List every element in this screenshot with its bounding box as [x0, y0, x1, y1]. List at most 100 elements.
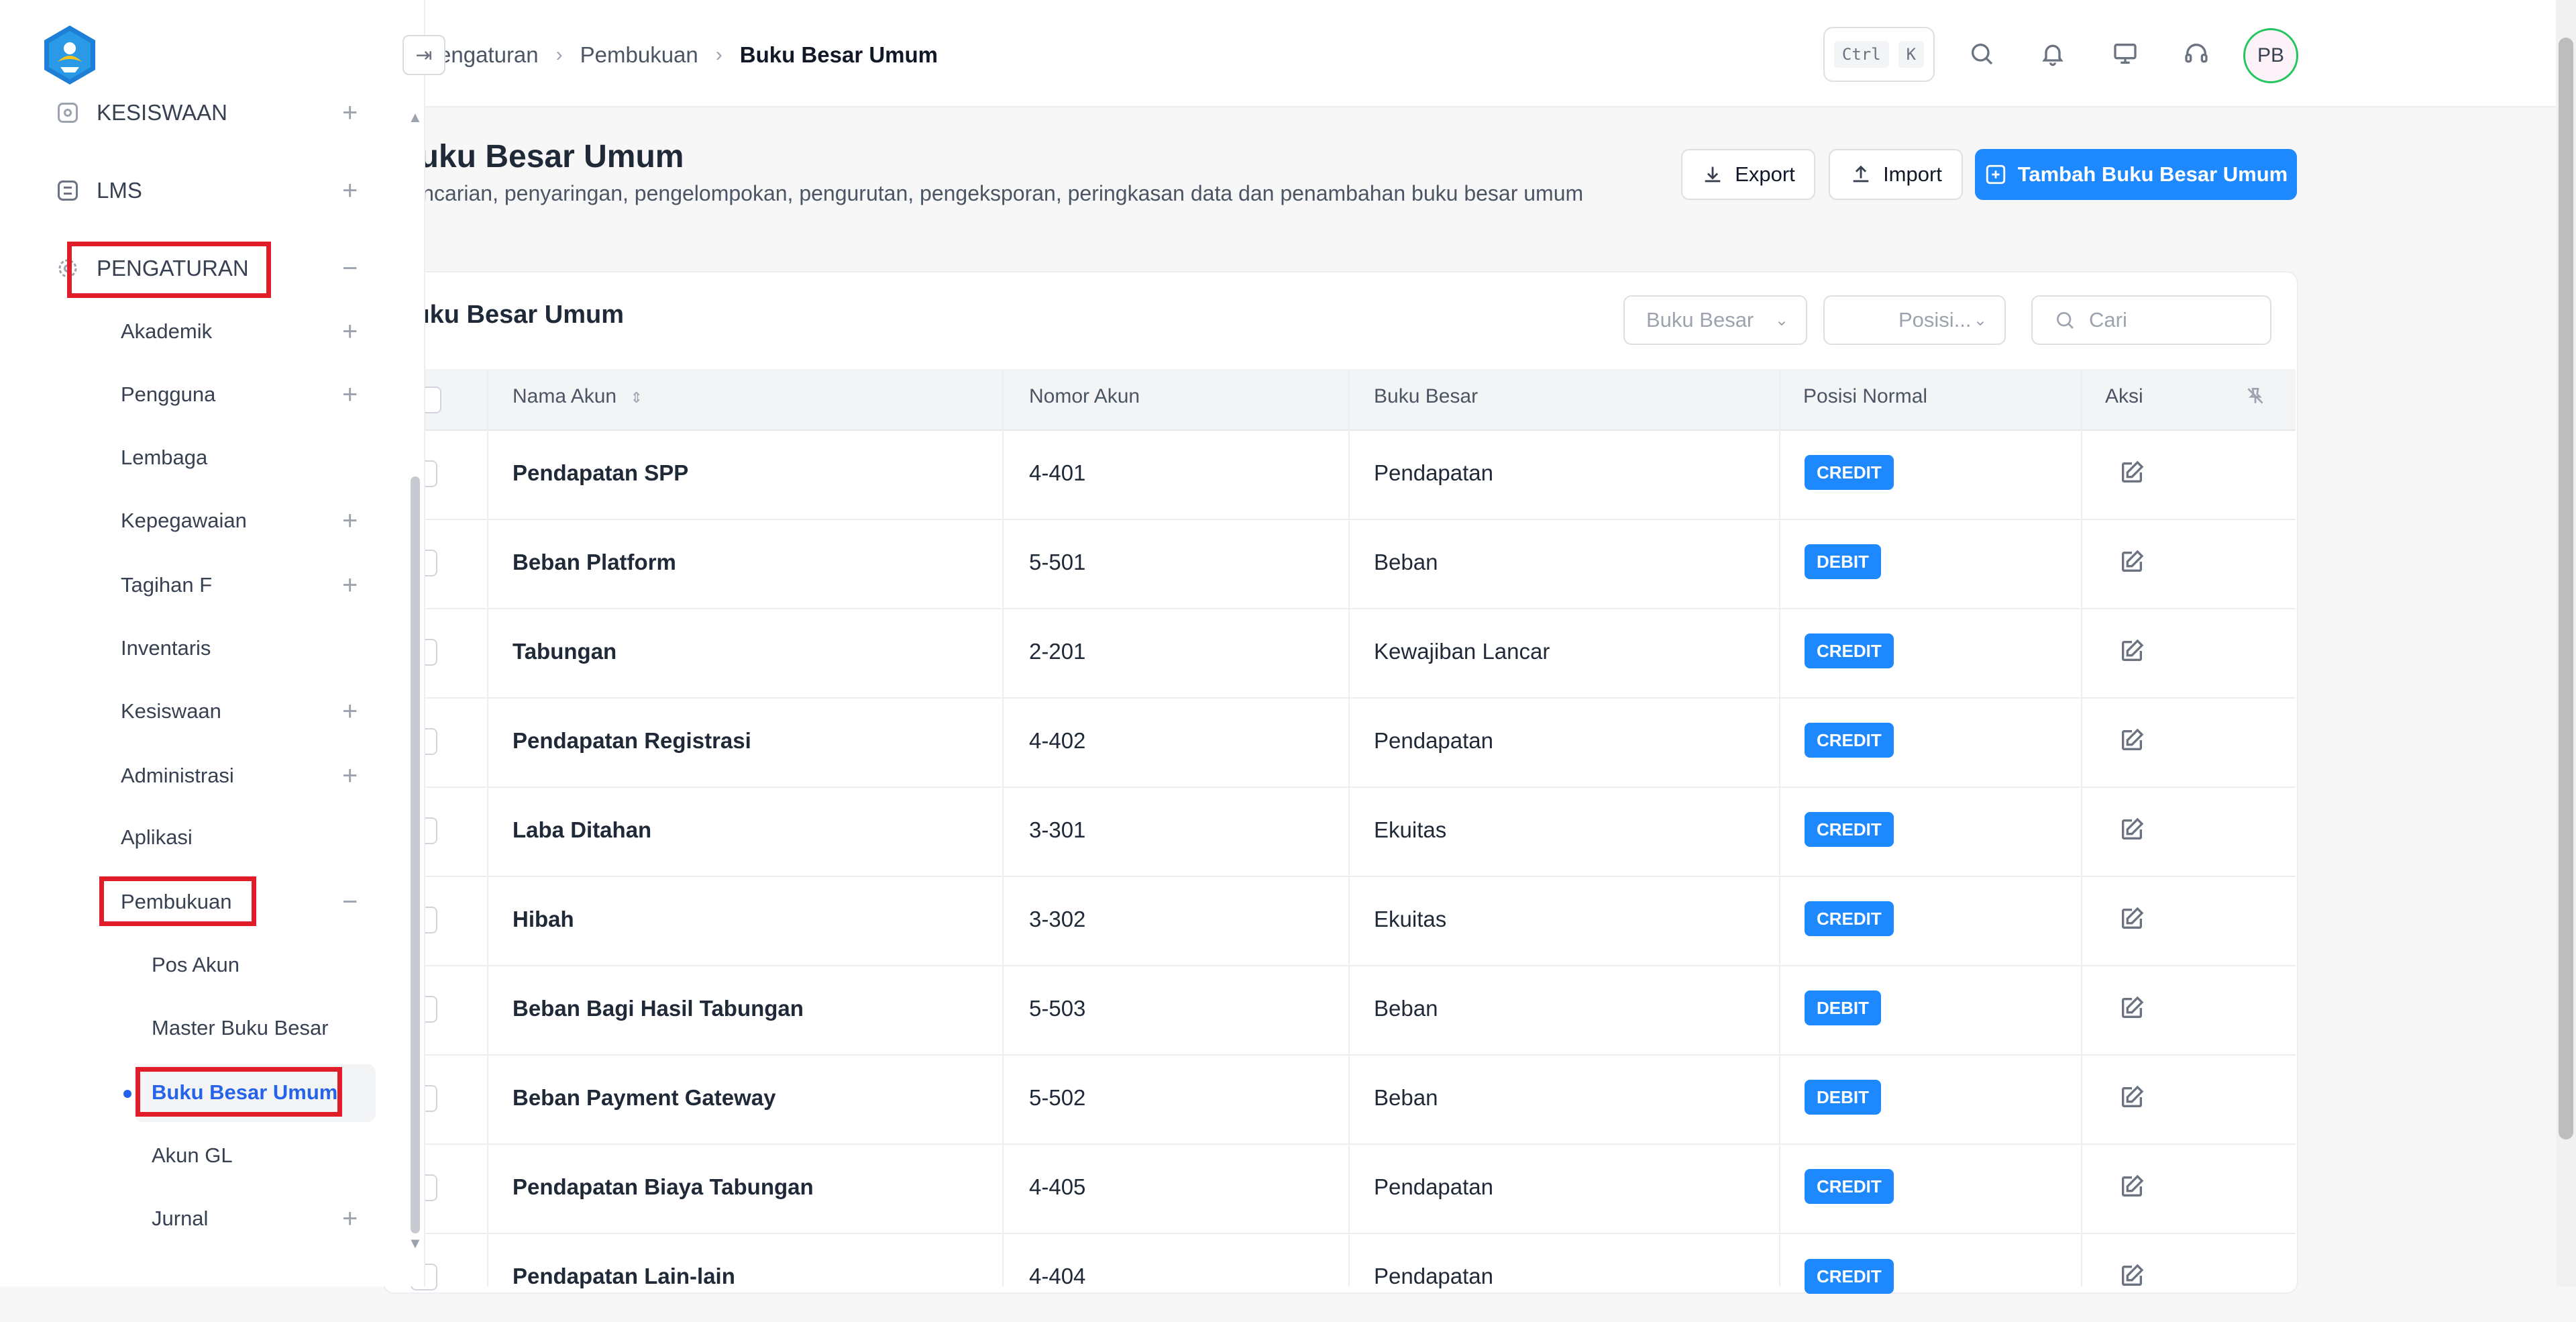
edit-icon[interactable] — [2118, 995, 2145, 1021]
kbd-k: K — [1898, 41, 1925, 68]
edit-icon[interactable] — [2118, 1262, 2145, 1289]
sidebar-item-administrasi[interactable]: Administrasi + — [0, 745, 402, 807]
add-label: Tambah Buku Besar Umum — [2017, 162, 2288, 186]
cell-nomor-akun: 4-401 — [1029, 460, 1086, 485]
sidebar-item-akun-gl[interactable]: Akun GL — [0, 1125, 402, 1186]
edit-icon[interactable] — [2118, 816, 2145, 843]
edit-icon[interactable] — [2118, 1173, 2145, 1200]
collapse-icon[interactable]: − — [342, 254, 358, 284]
sidebar-item-label: Administrasi — [121, 764, 234, 787]
monitor-icon[interactable] — [2105, 34, 2145, 74]
cell-buku-besar: Ekuitas — [1374, 907, 1447, 931]
status-badge: DEBIT — [1805, 544, 1881, 579]
expand-icon[interactable]: + — [342, 506, 358, 536]
sidebar-item-label: Jurnal — [152, 1207, 209, 1230]
page-subtitle: Pencarian, penyaringan, pengelompokan, p… — [396, 181, 1584, 205]
table-row[interactable] — [382, 608, 2296, 699]
sidebar-item-kepegawaian[interactable]: Kepegawaian + — [0, 490, 402, 552]
sidebar-item-label: Tagihan F — [121, 573, 213, 597]
expand-icon[interactable]: + — [342, 380, 358, 410]
cell-nomor-akun: 2-201 — [1029, 639, 1086, 664]
import-button[interactable]: Import — [1829, 149, 1963, 200]
cell-buku-besar: Pendapatan — [1374, 1264, 1494, 1288]
edit-icon[interactable] — [2118, 638, 2145, 664]
cell-buku-besar: Pendapatan — [1374, 728, 1494, 753]
status-badge: CREDIT — [1805, 901, 1894, 936]
edit-icon[interactable] — [2118, 459, 2145, 486]
column-header-buku-besar[interactable]: Buku Besar — [1374, 385, 1478, 408]
page-scrollbar-thumb[interactable] — [2559, 38, 2573, 1139]
status-badge: CREDIT — [1805, 812, 1894, 847]
sidebar-item-lembaga[interactable]: Lembaga — [0, 427, 402, 489]
column-header-nama-akun[interactable]: Nama Akun ⇕ — [513, 385, 643, 408]
sidebar-item-aplikasi[interactable]: Aplikasi — [0, 807, 402, 868]
download-icon — [1705, 166, 1721, 183]
export-button[interactable]: Export — [1681, 149, 1815, 200]
cell-buku-besar: Pendapatan — [1374, 460, 1494, 485]
sidebar-scrollbar[interactable] — [411, 476, 420, 1233]
search-icon — [2057, 312, 2074, 329]
bell-icon[interactable] — [2033, 34, 2073, 74]
expand-icon[interactable]: + — [342, 176, 358, 206]
tut-wuri-handayani-logo — [38, 23, 102, 87]
expand-icon[interactable]: + — [342, 317, 358, 347]
chevron-down-icon: ⌄ — [1774, 311, 1788, 329]
expand-icon[interactable]: + — [342, 761, 358, 791]
upload-icon — [1853, 165, 1869, 183]
cell-nama-akun: Tabungan — [513, 639, 617, 664]
breadcrumb-item-current: Buku Besar Umum — [739, 42, 938, 67]
cell-nama-akun: Beban Bagi Hasil Tabungan — [513, 996, 804, 1021]
edit-icon[interactable] — [2118, 727, 2145, 754]
edit-icon[interactable] — [2118, 548, 2145, 575]
sidebar-item-pengguna[interactable]: Pengguna + — [0, 364, 402, 425]
cell-nomor-akun: 3-301 — [1029, 817, 1086, 842]
add-buku-besar-button[interactable]: Tambah Buku Besar Umum — [1975, 149, 2297, 200]
status-badge: DEBIT — [1805, 990, 1881, 1025]
table-row[interactable] — [382, 876, 2296, 966]
sidebar-item-tagihan[interactable]: Tagihan F + — [0, 554, 402, 616]
headset-icon[interactable] — [2176, 34, 2216, 74]
cell-nama-akun: Pendapatan Registrasi — [513, 728, 751, 753]
pin-off-icon[interactable] — [2245, 385, 2266, 410]
sidebar-item-label: Master Buku Besar — [152, 1016, 329, 1039]
command-palette-shortcut[interactable]: Ctrl K — [1823, 27, 1935, 82]
table-row[interactable] — [382, 786, 2296, 877]
status-badge: CREDIT — [1805, 723, 1894, 758]
search-icon[interactable] — [1962, 34, 2002, 74]
avatar[interactable]: PB — [2243, 28, 2298, 83]
sidebar-item-kesiswaan-top[interactable]: KESISWAAN + — [0, 82, 402, 144]
collapse-icon[interactable]: − — [342, 887, 358, 917]
sidebar-item-label: KESISWAAN — [97, 100, 227, 125]
status-badge: CREDIT — [1805, 1169, 1894, 1204]
sidebar-item-master-buku-besar[interactable]: Master Buku Besar — [0, 997, 402, 1059]
expand-icon[interactable]: + — [342, 1204, 358, 1234]
plus-square-icon — [1986, 164, 2005, 185]
sidebar-item-jurnal[interactable]: Jurnal + — [0, 1188, 402, 1250]
sidebar-scroll-up[interactable]: ▲ — [408, 109, 423, 126]
search-input[interactable]: Cari — [2031, 295, 2271, 345]
cell-buku-besar: Beban — [1374, 996, 1438, 1021]
sort-icon[interactable]: ⇕ — [630, 389, 642, 406]
sidebar-item-label: Pos Akun — [152, 953, 239, 976]
cell-buku-besar: Beban — [1374, 1085, 1438, 1110]
expand-icon[interactable]: + — [342, 98, 358, 128]
expand-icon[interactable]: + — [342, 697, 358, 727]
sidebar-item-kesiswaan[interactable]: Kesiswaan + — [0, 680, 402, 742]
filter-buku-besar-select[interactable]: Buku Besar ⌄ — [1623, 295, 1807, 345]
sidebar-item-lms[interactable]: LMS + — [0, 160, 402, 221]
highlight-box-pengaturan — [67, 242, 271, 298]
sidebar-item-pos-akun[interactable]: Pos Akun — [0, 934, 402, 996]
breadcrumb-item-pembukuan[interactable]: Pembukuan — [580, 42, 698, 68]
sidebar-collapse-button[interactable]: ⇥ — [402, 35, 445, 75]
column-header-nomor-akun[interactable]: Nomor Akun — [1029, 385, 1140, 408]
sidebar-item-inventaris[interactable]: Inventaris — [0, 617, 402, 679]
sidebar-item-akademik[interactable]: Akademik + — [0, 301, 402, 362]
sidebar-scroll-down[interactable]: ▼ — [408, 1235, 423, 1252]
edit-icon[interactable] — [2118, 1084, 2145, 1111]
edit-icon[interactable] — [2118, 905, 2145, 932]
filter-posisi-select[interactable]: Posisi... ⌄ — [1823, 295, 2006, 345]
expand-icon[interactable]: + — [342, 570, 358, 601]
status-badge: CREDIT — [1805, 633, 1894, 668]
column-header-posisi-normal[interactable]: Posisi Normal — [1803, 385, 1927, 408]
chevron-right-icon: › — [715, 44, 722, 66]
